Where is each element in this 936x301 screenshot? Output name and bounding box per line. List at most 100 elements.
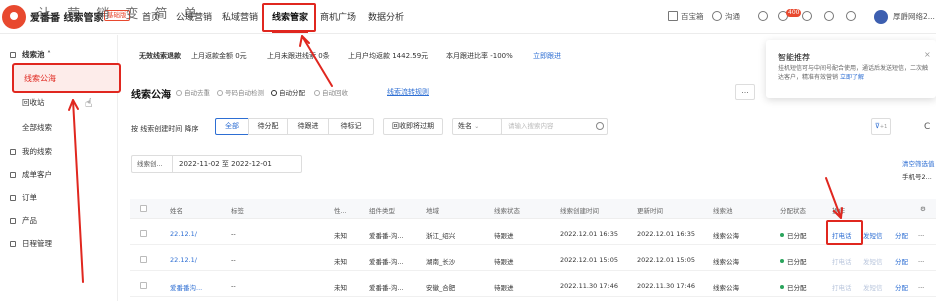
assign-button[interactable]: 分配 [895,282,908,292]
active-tab-underline [272,31,308,33]
assign-status-label: 已分配 [787,258,807,266]
products-icon [10,218,16,224]
sidebar-item-recycle[interactable]: 回收站 [0,92,118,114]
cell-component: 爱番番-沟... [369,258,404,266]
option-label: 自动去重 [184,89,210,97]
sidebar-item-label: 我的线索 [22,147,52,156]
col-tag: 标签 [231,207,244,215]
learn-more-link[interactable]: 立即了解 [840,74,864,81]
toolbox-icon[interactable] [668,11,678,21]
call-button[interactable]: 打电话 [832,256,852,266]
chat-icon[interactable] [712,11,722,21]
option-auto-assign[interactable]: 自动分配 [271,87,305,97]
cell-updated: 2022.12.01 15:05 [637,256,696,264]
chat-label[interactable]: 沟通 [725,11,740,22]
assign-button[interactable]: 分配 [895,230,908,240]
phone-filter-label[interactable]: 手机号2... [902,171,932,181]
option-auto-recycle[interactable]: 自动回收 [314,87,348,97]
sms-button[interactable]: 发短信 [863,256,883,266]
column-settings-icon[interactable]: ⚙ [920,205,926,213]
more-button[interactable]: ... [735,84,755,100]
sms-button[interactable]: 发短信 [863,282,883,292]
arrow-to-tab [301,35,333,87]
user-name[interactable]: 厚爵网络2... [893,11,935,22]
tab-home[interactable]: 首页 [142,10,160,23]
tab-opportunity-square[interactable]: 商机广场 [320,10,356,23]
date-range-picker[interactable]: 2022-11-02 至 2022-12-01 [172,155,302,173]
lead-name-link[interactable]: 爱番番沟... [170,282,202,292]
sidebar-item-orders[interactable]: 订单 [0,187,118,209]
help-icon[interactable] [802,11,812,21]
select-all-checkbox[interactable] [140,205,147,212]
lead-name-link[interactable]: 22.12.1/ [170,256,197,264]
filter-pending-button[interactable]: 待跟进 [287,118,329,135]
sms-button[interactable]: 发短信 [863,230,883,240]
radio-icon [217,90,223,96]
page-title: 线索公海 [131,90,171,101]
filter-unmarked-button[interactable]: 待标记 [328,118,374,135]
assign-status-label: 已分配 [787,232,807,240]
lead-flow-rule-link[interactable]: 线索流转规则 [387,87,429,97]
toolbox-label[interactable]: 百宝箱 [681,11,704,22]
filter-unassigned-button[interactable]: 待分配 [248,118,288,135]
option-dedupe[interactable]: 自动去重 [176,87,210,97]
filter-all-button[interactable]: 全部 [215,118,249,135]
clear-filters-link[interactable]: 清空筛选值 [902,158,935,168]
row-more-button[interactable]: ... [918,230,924,238]
row-checkbox[interactable] [140,230,147,237]
row-checkbox[interactable] [140,282,147,289]
cell-tag: -- [231,230,236,238]
row-more-button[interactable]: ... [918,256,924,264]
contacts-icon[interactable] [758,11,768,21]
col-gender: 性... [334,207,347,215]
cell-component: 爱番番-沟... [369,232,404,240]
avatar[interactable] [874,10,888,24]
row-more-button[interactable]: ... [918,282,924,290]
cell-gender: 未知 [334,258,347,266]
col-updated[interactable]: 更新时间 [637,205,663,215]
sidebar-item-lead-sea[interactable]: 线索公海 [24,73,56,84]
sidebar-item-label: 产品 [22,216,37,225]
sidebar-item-label: 日程管理 [22,239,52,248]
sidebar-item-schedule[interactable]: 日程管理 [0,233,118,255]
sidebar-item-all-leads[interactable]: 全部线索 [0,117,118,139]
lead-name-link[interactable]: 22.12.1/ [170,230,197,238]
cell-gender: 未知 [334,232,347,240]
status-dot [780,285,784,289]
my-leads-icon [10,149,16,155]
sort-selector[interactable]: 按 线索创建时间 降序 [131,124,198,134]
sidebar-item-label: 订单 [22,193,37,202]
col-name: 姓名 [170,207,183,215]
cell-component: 爱番番-沟... [369,284,404,292]
tab-private-marketing[interactable]: 私域营销 [222,10,258,23]
tab-lead-manager[interactable]: 线索管家 [272,10,308,23]
row-checkbox[interactable] [140,256,147,263]
orders-icon [10,195,16,201]
filter-expiring-button[interactable]: 回收即将过期 [383,118,443,135]
sidebar-item-products[interactable]: 产品 [0,210,118,232]
settings-icon[interactable] [824,11,834,21]
tab-public-marketing[interactable]: 公域营销 [176,10,212,23]
filter-button[interactable]: ⊽+1 [871,118,891,135]
check-circle-icon [271,90,277,96]
cell-status: 待跟进 [494,284,514,292]
sidebar-item-my-leads[interactable]: 我的线索 [0,141,118,163]
close-icon[interactable]: × [924,50,931,59]
call-button[interactable]: 打电话 [832,282,852,292]
search-input[interactable]: 请输入搜索内容 [501,118,608,135]
option-number-check[interactable]: 号码自动检测 [217,87,264,97]
tab-data-analysis[interactable]: 数据分析 [368,10,404,23]
download-icon[interactable] [846,11,856,21]
cell-created: 2022.12.01 16:35 [560,230,619,238]
date-type-select[interactable]: 线索创... [131,155,173,173]
chevron-down-icon: ⌄ [474,123,480,130]
assign-button[interactable]: 分配 [895,256,908,266]
search-field-value: 姓名 [458,122,472,130]
search-field-select[interactable]: 姓名 ⌄ [452,118,502,135]
follow-now-link[interactable]: 立即跟进 [533,51,561,61]
col-created[interactable]: 线索创建时间 [560,205,599,215]
notice-refund-amount: 上月返款金额 0元 [191,52,247,60]
sidebar-item-customers[interactable]: 成单客户 [0,164,118,186]
refresh-icon[interactable]: C [924,122,930,132]
search-icon[interactable] [596,122,604,130]
